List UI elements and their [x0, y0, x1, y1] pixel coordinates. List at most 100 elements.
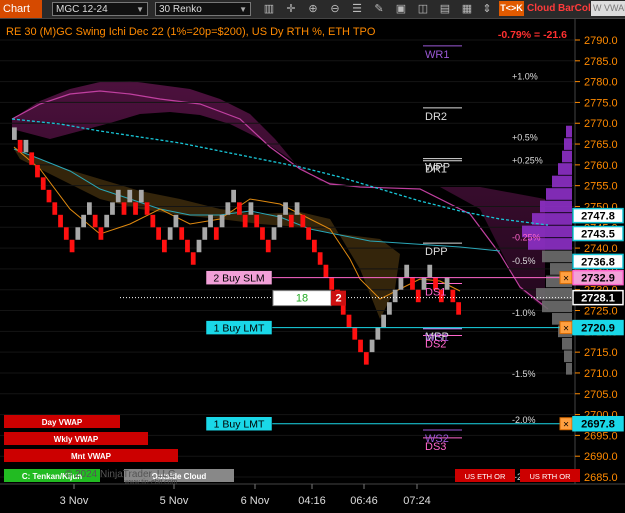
profile-bar	[542, 250, 572, 263]
renko-brick	[17, 139, 23, 153]
profile-bar	[564, 350, 572, 363]
profile-bar	[562, 337, 572, 350]
renko-brick	[92, 214, 98, 228]
time-tick-label: 04:16	[298, 495, 326, 507]
profile-bar	[566, 125, 572, 138]
renko-brick	[150, 214, 156, 228]
price-tick-label: 2770.0	[584, 118, 618, 130]
zoom-out-icon[interactable]: ⊖	[328, 2, 342, 16]
barcol-toggle-button[interactable]: BarCol	[558, 1, 591, 16]
zoom-in-icon[interactable]: ⊕	[306, 2, 320, 16]
renko-brick	[242, 214, 248, 228]
renko-brick	[29, 152, 35, 165]
renko-brick	[40, 177, 46, 190]
price-tick-label: 2725.0	[584, 306, 618, 318]
renko-brick	[63, 227, 69, 240]
crosshair-icon[interactable]: ✛	[284, 2, 298, 16]
level-label: DS3	[425, 441, 446, 453]
renko-brick	[381, 314, 386, 328]
level-label: -1.0%	[512, 308, 536, 318]
ruler-icon[interactable]: ⇕	[480, 2, 494, 16]
bar-type-value: 30 Renko	[159, 4, 202, 15]
price-tag-label: 2743.5	[581, 229, 615, 241]
level-label: -2.0%	[512, 415, 536, 425]
data-box-icon[interactable]: ▤	[438, 2, 452, 16]
renko-brick	[392, 289, 398, 303]
profile-bar	[552, 175, 572, 188]
price-tick-label: 2740.0	[584, 243, 618, 255]
tabs-icon[interactable]: ◫	[416, 2, 430, 16]
profile-bar	[540, 200, 572, 213]
chart-tab[interactable]: Chart	[0, 0, 42, 18]
renko-brick	[58, 214, 63, 228]
price-tick-label: 2695.0	[584, 430, 618, 442]
price-tag-label: 2720.9	[581, 323, 615, 335]
renko-brick	[167, 227, 173, 240]
price-tick-label: 2780.0	[584, 77, 618, 89]
price-tag-label: 2736.8	[581, 256, 615, 268]
renko-brick	[12, 127, 17, 140]
renko-brick	[35, 164, 40, 178]
renko-brick	[202, 227, 208, 240]
level-label: +0.5%	[512, 132, 538, 142]
renko-brick	[133, 202, 138, 215]
renko-brick	[404, 264, 410, 278]
renko-brick	[121, 202, 127, 215]
price-tag-label: 2732.9	[581, 273, 615, 285]
renko-brick	[363, 352, 369, 365]
renko-brick	[173, 214, 179, 228]
close-order-glyph: ×	[563, 420, 569, 431]
position-qty: 2	[335, 293, 341, 305]
renko-brick	[138, 189, 144, 203]
renko-brick	[196, 239, 202, 253]
renko-brick	[283, 202, 288, 215]
order-label: 1 Buy LMT	[214, 323, 265, 335]
renko-brick	[156, 227, 161, 240]
bar-type-selector[interactable]: 30 Renko ▼	[155, 2, 251, 16]
renko-brick	[329, 277, 335, 290]
renko-brick	[398, 277, 404, 290]
draw-icon[interactable]: ✎	[372, 2, 386, 16]
time-tick-label: 3 Nov	[60, 495, 89, 507]
renko-brick	[317, 252, 323, 265]
indicator-toggle-label: Mnt VWAP	[71, 452, 112, 461]
level-label: WR1	[425, 49, 449, 61]
renko-brick	[265, 239, 271, 253]
profile-bar	[562, 150, 572, 163]
renko-brick	[277, 214, 283, 228]
level-label: DS2	[425, 338, 446, 350]
cloud-toggle-button[interactable]: Cloud	[527, 1, 555, 16]
renko-brick	[98, 227, 104, 240]
session-or-label: US RTH OR	[529, 472, 571, 481]
renko-brick	[248, 202, 254, 215]
renko-brick	[87, 202, 92, 215]
grid-icon[interactable]: ▦	[460, 2, 474, 16]
renko-brick	[300, 214, 306, 228]
renko-brick	[260, 227, 265, 240]
vwap-toggle-button[interactable]: W VWAP	[591, 1, 625, 16]
renko-brick	[115, 189, 121, 203]
renko-brick	[69, 239, 75, 253]
renko-brick	[110, 202, 115, 215]
renko-brick	[450, 289, 456, 303]
level-label: DS1	[425, 286, 446, 298]
renko-brick	[387, 302, 392, 315]
time-tick-label: 5 Nov	[160, 495, 189, 507]
bars-icon[interactable]: ▥	[262, 2, 276, 16]
level-label: +1.0%	[512, 72, 538, 82]
renko-brick	[185, 239, 190, 253]
renko-brick	[237, 202, 242, 215]
camera-icon[interactable]: ▣	[394, 2, 408, 16]
properties-icon[interactable]: ☰	[350, 2, 364, 16]
instrument-selector[interactable]: MGC 12-24 ▼	[52, 2, 148, 16]
renko-brick	[375, 327, 381, 340]
price-tick-label: 2790.0	[584, 35, 618, 47]
renko-brick	[456, 302, 461, 315]
tk-toggle-button[interactable]: T<>K	[499, 1, 524, 16]
renko-brick	[271, 227, 277, 240]
renko-brick	[369, 339, 375, 353]
renko-brick	[46, 189, 52, 203]
watermark-url: www.tin-ebit.com	[124, 479, 178, 486]
level-label: -1.5%	[512, 369, 536, 379]
price-chart[interactable]: 2 Buy SLM × 1 Buy LMT × 1 Buy LMT × WR1 +1.0% D…	[0, 19, 625, 513]
